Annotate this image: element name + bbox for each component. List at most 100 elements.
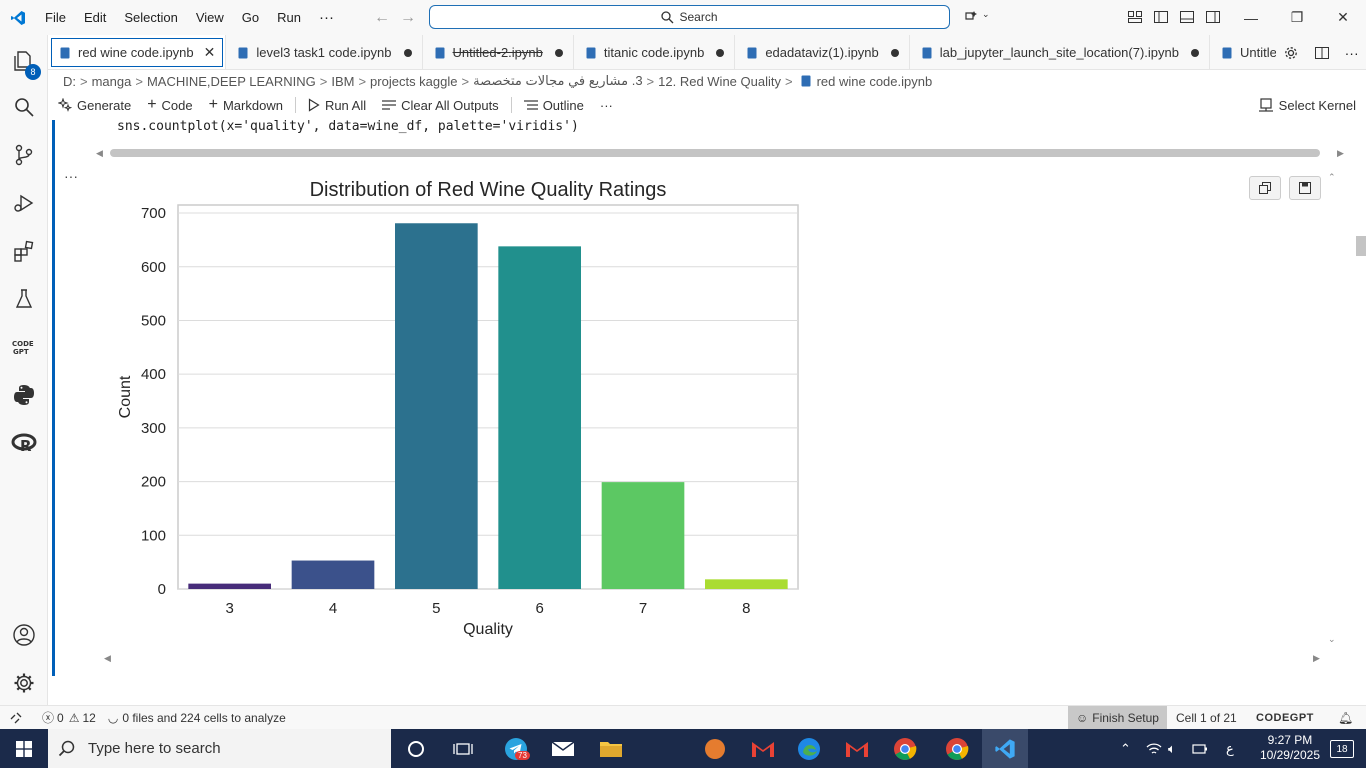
save-output-button[interactable] (1289, 176, 1321, 200)
close-window-button[interactable]: ✕ (1320, 0, 1366, 35)
menu-edit[interactable]: Edit (75, 0, 115, 35)
unsaved-dot-icon[interactable] (890, 48, 899, 57)
search-view-button[interactable] (0, 85, 48, 129)
collapse-output-chevron-up-icon[interactable]: ⌃ (1328, 172, 1336, 183)
taskbar-search-box[interactable]: Type here to search (48, 729, 391, 768)
gmail-app[interactable] (740, 729, 786, 768)
code-horizontal-scrollbar[interactable] (110, 149, 1320, 157)
split-editor-icon[interactable] (1314, 45, 1330, 61)
tab-titanic-code[interactable]: titanic code.ipynb (574, 35, 736, 69)
forward-arrow-icon[interactable]: → (400, 0, 416, 35)
extensions-button[interactable] (0, 229, 48, 273)
scroll-down-chevron-icon[interactable]: ⌄ (1328, 634, 1336, 645)
notification-center-button[interactable]: 18 (1330, 740, 1354, 758)
mail-app[interactable] (540, 729, 586, 768)
chrome-app[interactable] (882, 729, 928, 768)
tab-edadataviz[interactable]: edadataviz(1).ipynb (735, 35, 910, 69)
show-hidden-icons-chevron-up-icon[interactable]: ⌃ (1120, 729, 1131, 768)
unsaved-dot-icon[interactable] (403, 48, 412, 57)
editor-vertical-scrollbar[interactable] (1356, 236, 1366, 256)
cell-position[interactable]: Cell 1 of 21 (1170, 706, 1243, 730)
unsaved-dot-icon[interactable] (554, 48, 563, 57)
breadcrumb-item[interactable]: IBM (331, 74, 354, 89)
output-more-button[interactable]: ··· (64, 168, 78, 184)
menu-run[interactable]: Run (268, 0, 310, 35)
clear-all-outputs-button[interactable]: Clear All Outputs (374, 98, 507, 113)
add-markdown-button[interactable]: + Markdown (201, 96, 291, 114)
codegpt-status[interactable]: CODEGPT (1250, 706, 1320, 730)
source-control-button[interactable] (0, 133, 48, 177)
outline-button[interactable]: Outline (516, 98, 592, 113)
back-arrow-icon[interactable]: ← (374, 0, 390, 35)
more-actions-icon[interactable]: ··· (1345, 45, 1359, 61)
breadcrumb-item[interactable]: manga (92, 74, 132, 89)
battery-icon[interactable] (1192, 729, 1208, 768)
analysis-status[interactable]: ◡ 0 files and 224 cells to analyze (102, 706, 292, 730)
accounts-button[interactable] (0, 613, 48, 657)
edge-app[interactable] (786, 729, 832, 768)
finish-setup-button[interactable]: ☺ Finish Setup (1068, 706, 1167, 730)
remote-indicator-button[interactable] (0, 706, 36, 730)
vscode-app[interactable] (982, 729, 1028, 768)
breadcrumb-item[interactable]: projects kaggle (370, 74, 457, 89)
telegram-app[interactable]: 73 (493, 729, 539, 768)
output-scroll-left-arrow-icon[interactable]: ◀ (104, 653, 111, 664)
copy-output-button[interactable] (1249, 176, 1281, 200)
menu-view[interactable]: View (187, 0, 233, 35)
menu-file[interactable]: File (36, 0, 75, 35)
input-language[interactable]: ع (1226, 729, 1234, 768)
generate-button[interactable]: Generate (48, 98, 139, 113)
breadcrumb-item[interactable]: 12. Red Wine Quality (658, 74, 781, 89)
breadcrumb-item[interactable]: D: (63, 74, 76, 89)
customize-layout-icon[interactable] (1127, 9, 1143, 25)
breadcrumb-item[interactable]: 3. مشاريع في مجالات متخصصة (473, 73, 642, 89)
volume-icon[interactable]: 🔈︎ (1168, 729, 1176, 768)
tab-level3-task1[interactable]: level3 task1 code.ipynb (226, 35, 423, 69)
cortana-button[interactable] (393, 729, 439, 768)
codegpt-button[interactable]: CODE GPT (0, 325, 48, 369)
chrome-profile-app[interactable] (934, 729, 980, 768)
tab-red-wine-code[interactable]: red wine code.ipynb ✕ (48, 35, 227, 69)
add-code-button[interactable]: + Code (139, 96, 200, 114)
explorer-button[interactable]: 8 (0, 39, 48, 83)
minimize-button[interactable]: — (1228, 0, 1274, 35)
r-language-button[interactable]: R (0, 421, 48, 465)
testing-button[interactable] (0, 277, 48, 321)
menu-go[interactable]: Go (233, 0, 268, 35)
python-button[interactable] (0, 373, 48, 417)
select-kernel-button[interactable]: Select Kernel (1258, 92, 1356, 118)
manage-button[interactable] (0, 661, 48, 705)
start-button[interactable] (0, 729, 48, 768)
toggle-primary-sidebar-icon[interactable] (1153, 9, 1169, 25)
breadcrumb-item[interactable]: red wine code.ipynb (817, 74, 933, 89)
wifi-icon[interactable] (1146, 729, 1162, 768)
unsaved-dot-icon[interactable] (716, 48, 725, 57)
tab-lab-jupyter[interactable]: lab_jupyter_launch_site_location(7).ipyn… (910, 35, 1210, 69)
browser-app[interactable] (692, 729, 738, 768)
run-debug-button[interactable] (0, 181, 48, 225)
menu-more[interactable]: ··· (310, 9, 343, 26)
scroll-right-arrow-icon[interactable]: ▶ (1337, 148, 1344, 159)
command-center-search[interactable]: Search (429, 5, 950, 29)
scroll-left-arrow-icon[interactable]: ◀ (96, 148, 103, 159)
task-view-button[interactable] (440, 729, 486, 768)
toggle-secondary-sidebar-icon[interactable] (1205, 9, 1221, 25)
output-scroll-right-arrow-icon[interactable]: ▶ (1313, 653, 1320, 664)
problems-button[interactable]: ⓧ 0 ⚠ 12 (36, 706, 102, 730)
toolbar-more-button[interactable]: ··· (592, 98, 621, 113)
menu-selection[interactable]: Selection (115, 0, 186, 35)
restore-button[interactable]: ❐ (1274, 0, 1320, 35)
tab-untitled-2[interactable]: Untitled-2.ipynb (423, 35, 574, 69)
copilot-icon[interactable] (963, 9, 979, 25)
copilot-chevron-down-icon[interactable]: ⌄ (982, 9, 990, 20)
taskbar-clock[interactable]: 9:27 PM 10/29/2025 (1260, 733, 1320, 763)
breadcrumb-item[interactable]: MACHINE,DEEP LEARNING (147, 74, 316, 89)
notifications-bell-icon[interactable]: 🔔︎ (1332, 706, 1359, 730)
gmail-app-2[interactable] (834, 729, 880, 768)
close-tab-icon[interactable]: ✕ (204, 44, 216, 61)
toggle-panel-icon[interactable] (1179, 9, 1195, 25)
unsaved-dot-icon[interactable] (1191, 48, 1199, 57)
gear-icon[interactable] (1283, 45, 1299, 61)
run-all-button[interactable]: Run All (300, 98, 374, 113)
file-explorer-app[interactable] (588, 729, 634, 768)
